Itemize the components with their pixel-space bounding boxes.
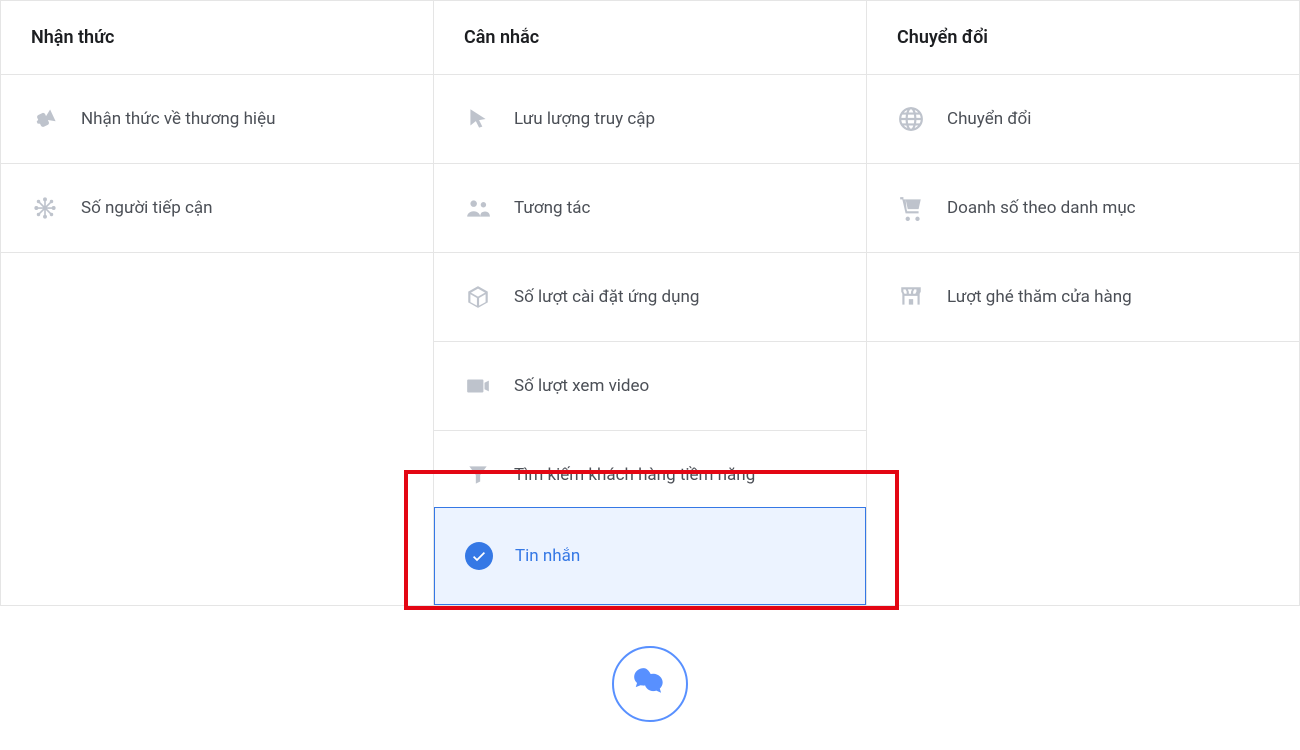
cursor-icon bbox=[464, 105, 492, 133]
people-icon bbox=[464, 194, 492, 222]
store-icon bbox=[897, 283, 925, 311]
box-icon bbox=[464, 283, 492, 311]
video-icon bbox=[464, 372, 492, 400]
globe-icon bbox=[897, 105, 925, 133]
option-label: Số lượt xem video bbox=[514, 376, 649, 396]
option-app-installs[interactable]: Số lượt cài đặt ứng dụng bbox=[434, 253, 866, 342]
option-label: Tin nhắn bbox=[515, 546, 580, 566]
funnel-icon bbox=[464, 461, 492, 489]
option-traffic[interactable]: Lưu lượng truy cập bbox=[434, 75, 866, 164]
option-label: Doanh số theo danh mục bbox=[947, 198, 1136, 218]
column-conversion: Chuyển đổi Chuyển đổi Doanh số theo danh… bbox=[867, 1, 1299, 605]
messages-circle-icon bbox=[612, 646, 688, 722]
option-label: Lưu lượng truy cập bbox=[514, 109, 655, 129]
option-video-views[interactable]: Số lượt xem video bbox=[434, 342, 866, 431]
column-header-conversion: Chuyển đổi bbox=[867, 1, 1299, 75]
option-store-visits[interactable]: Lượt ghé thăm cửa hàng bbox=[867, 253, 1299, 342]
option-label: Tìm kiếm khách hàng tiềm năng bbox=[514, 465, 755, 485]
check-icon bbox=[465, 542, 493, 570]
option-label: Số người tiếp cận bbox=[81, 198, 213, 218]
option-lead-generation[interactable]: Tìm kiếm khách hàng tiềm năng bbox=[434, 431, 866, 507]
objective-selector: Nhận thức Nhận thức về thương hiệu Số ng… bbox=[0, 0, 1300, 606]
option-reach[interactable]: Số người tiếp cận bbox=[1, 164, 433, 253]
option-brand-awareness[interactable]: Nhận thức về thương hiệu bbox=[1, 75, 433, 164]
megaphone-icon bbox=[31, 105, 59, 133]
option-engagement[interactable]: Tương tác bbox=[434, 164, 866, 253]
option-label: Nhận thức về thương hiệu bbox=[81, 109, 275, 129]
option-label: Lượt ghé thăm cửa hàng bbox=[947, 287, 1132, 307]
reach-icon bbox=[31, 194, 59, 222]
column-header-consideration: Cân nhắc bbox=[434, 1, 866, 75]
option-label: Số lượt cài đặt ứng dụng bbox=[514, 287, 699, 307]
footer-icon-wrap bbox=[0, 606, 1300, 722]
cart-icon bbox=[897, 194, 925, 222]
column-awareness: Nhận thức Nhận thức về thương hiệu Số ng… bbox=[1, 1, 434, 605]
column-consideration: Cân nhắc Lưu lượng truy cập Tương tác Số… bbox=[434, 1, 867, 605]
column-header-awareness: Nhận thức bbox=[1, 1, 433, 75]
option-conversions[interactable]: Chuyển đổi bbox=[867, 75, 1299, 164]
option-label: Chuyển đổi bbox=[947, 109, 1031, 129]
option-label: Tương tác bbox=[514, 198, 590, 218]
option-catalog-sales[interactable]: Doanh số theo danh mục bbox=[867, 164, 1299, 253]
option-messages[interactable]: Tin nhắn bbox=[434, 507, 866, 605]
